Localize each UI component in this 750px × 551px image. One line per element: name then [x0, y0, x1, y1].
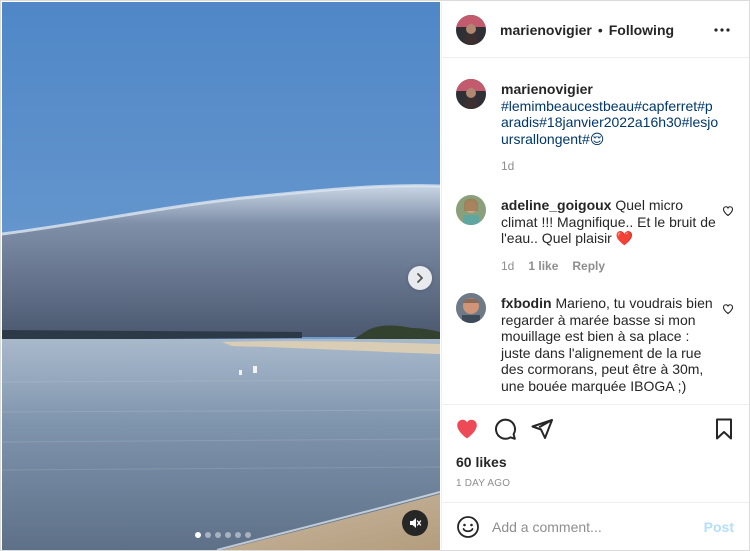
comment-icon[interactable]	[493, 417, 517, 441]
post-comment-button[interactable]: Post	[704, 519, 734, 535]
avatar[interactable]	[456, 79, 486, 109]
comment-body: adeline_goigoux Quel micro climat !!! Ma…	[501, 197, 719, 247]
beach-photo	[2, 2, 440, 550]
next-slide-button[interactable]	[408, 266, 432, 290]
caption-username[interactable]: marienovigier	[501, 81, 719, 98]
follow-separator: •	[597, 21, 603, 38]
avatar-image	[456, 195, 486, 225]
likes-count[interactable]: 60 likes	[456, 454, 507, 470]
carousel-dot	[225, 532, 231, 538]
more-horizontal-icon	[714, 28, 730, 32]
caption-time: 1d	[501, 159, 515, 173]
bookmark-icon[interactable]	[712, 417, 736, 441]
avatar-image	[456, 293, 486, 323]
comment-time: 1d	[501, 259, 515, 273]
comments-list[interactable]: marienovigier #lemimbeaucestbeau#capferr…	[442, 59, 749, 404]
mute-button[interactable]	[402, 510, 428, 536]
author-username[interactable]: marienovigier	[500, 22, 592, 38]
comment-body: fxbodin Marieno, tu voudrais bien regard…	[501, 295, 719, 394]
avatar-image	[456, 14, 486, 45]
smiley-icon[interactable]	[456, 515, 480, 539]
caption-hashtags[interactable]: #lemimbeaucestbeau#capferret#paradis#18j…	[501, 98, 719, 148]
post-media[interactable]	[2, 2, 440, 550]
add-comment-bar: Post	[442, 502, 749, 550]
post-panel: marienovigier • Following marienovigier …	[441, 2, 749, 550]
chevron-right-icon	[417, 273, 423, 283]
comment-likes[interactable]: 1 like	[528, 259, 558, 273]
avatar[interactable]	[456, 195, 486, 225]
caption-body: marienovigier #lemimbeaucestbeau#capferr…	[501, 81, 719, 147]
post-header: marienovigier • Following	[442, 2, 749, 58]
avatar-image	[456, 79, 486, 109]
carousel-dot	[205, 532, 211, 538]
heart-filled-icon[interactable]	[455, 417, 479, 441]
like-comment-icon[interactable]	[722, 303, 734, 315]
reply-button[interactable]: Reply	[572, 259, 605, 273]
more-options-button[interactable]	[714, 22, 730, 38]
following-button[interactable]: Following	[609, 22, 674, 38]
carousel-dot	[215, 532, 221, 538]
caption-meta: 1d	[501, 159, 514, 173]
comment-username[interactable]: fxbodin	[501, 295, 552, 311]
carousel-dot	[235, 532, 241, 538]
post-actions: 60 likes 1 DAY AGO	[442, 404, 749, 504]
avatar[interactable]	[456, 293, 486, 323]
comment-meta: 1d 1 like Reply	[501, 259, 605, 273]
muted-speaker-icon	[410, 518, 422, 528]
like-comment-icon[interactable]	[722, 205, 734, 217]
avatar[interactable]	[456, 14, 486, 45]
paper-plane-icon[interactable]	[530, 417, 554, 441]
post-dialog: marienovigier • Following marienovigier …	[0, 0, 750, 551]
carousel-dot	[195, 532, 201, 538]
post-time: 1 DAY AGO	[456, 478, 511, 489]
carousel-dot	[245, 532, 251, 538]
comment-input[interactable]	[492, 518, 692, 535]
comment-username[interactable]: adeline_goigoux	[501, 197, 611, 213]
carousel-indicator	[195, 532, 251, 538]
